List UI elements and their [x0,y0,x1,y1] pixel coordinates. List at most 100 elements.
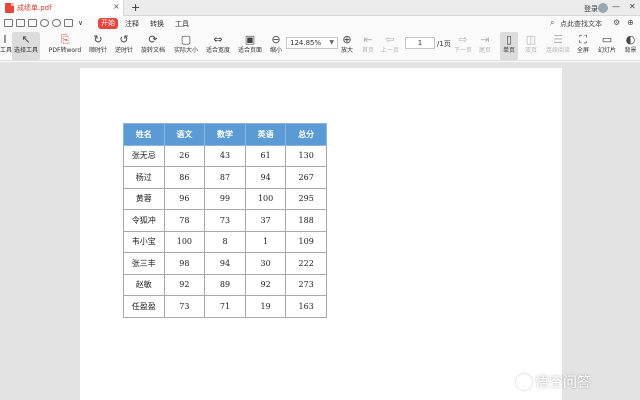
table-cell: 43 [204,144,246,167]
chevron-down-icon[interactable]: ▼ [329,38,334,48]
actual-size-button[interactable]: ▢ 实际大小 [172,32,200,60]
watermark: 悟空问答 [516,372,591,392]
first-page-button[interactable]: ⇤ 首页 [359,32,377,60]
table-cell: 26 [163,144,206,167]
zoom-in-icon: ⊕ [342,33,352,46]
table-row: 令狐冲 78 73 37 188 [123,209,327,232]
fit-width-button[interactable]: ⇔ 适合宽度 [204,32,232,60]
login-link[interactable]: 登录 [584,4,598,14]
table-cell: 100 [163,230,206,253]
table-cell: 30 [244,252,287,275]
table-cell: 19 [244,295,287,318]
continuous-icon: ☰ [553,33,563,46]
table-cell: 109 [285,230,327,253]
select-tool-button[interactable]: ↖ 选择工具 [12,32,40,60]
table-cell: 188 [285,209,327,232]
menu-icon[interactable] [4,19,13,27]
pdf-page: 姓名 语文 数学 英语 总分 张无忌 26 43 61 130 杨过 86 87… [80,68,562,400]
watermark-text: 悟空问答 [535,375,591,391]
document-tab[interactable]: 成绩单.pdf × [0,0,124,16]
document-tab-title: 成绩单.pdf [17,4,52,12]
table-cell: 任盈盈 [123,295,165,318]
single-page-icon: ▯ [505,33,513,46]
next-page-button[interactable]: ⇨ 下一页 [452,32,474,60]
zoom-in-button[interactable]: ⊕ 放大 [338,32,356,60]
table-row: 赵敏 92 89 92 273 [123,273,327,296]
column-header: 总分 [285,123,327,146]
next-page-icon: ⇨ [458,33,468,46]
table-cell: 73 [204,209,246,232]
fullscreen-button[interactable]: ⛶ 全屏 [574,32,592,60]
single-page-button[interactable]: ▯ 单页 [500,32,518,60]
table-row: 张三丰 98 94 30 222 [123,252,327,275]
rotate-document-button[interactable]: ⟳ 旋转文档 [139,32,167,60]
zoom-out-icon: ⊖ [271,33,281,46]
double-page-button[interactable]: ◫ 双页 [520,32,542,60]
new-tab-button[interactable]: + [131,1,140,14]
table-cell: 222 [285,252,327,275]
double-page-icon: ◫ [525,33,537,46]
close-window-icon[interactable]: ✕ [629,2,636,11]
cursor-icon: ↖ [21,33,31,46]
text-tool-button[interactable]: I 工具 [0,32,12,60]
print-icon[interactable] [64,19,73,27]
search-icon[interactable]: ⌕ [550,18,554,28]
page-number-input[interactable]: 1 [405,37,435,49]
table-cell: 71 [204,295,246,318]
open-file-icon[interactable] [16,19,25,27]
table-cell: 163 [285,295,327,318]
find-text-link[interactable]: 点此查找文本 [560,19,602,29]
background-button[interactable]: ◐ 背景 [621,32,640,60]
rotate-clockwise-button[interactable]: ↻ 顺时针 [87,32,109,60]
pdf-to-word-icon: ⎘ [60,33,70,46]
restore-window-icon[interactable]: — [612,2,620,11]
table-row: 黄蓉 96 99 100 295 [123,187,327,210]
menu-start[interactable]: 开始 [98,18,118,29]
zoom-input[interactable]: 124.85% ▼ [286,37,338,49]
table-cell: 96 [163,187,206,210]
table-cell: 92 [244,273,287,296]
settings-icon[interactable]: ⚙ [613,18,620,27]
first-page-icon: ⇤ [363,33,373,46]
zoom-out-button[interactable]: ⊖ 缩小 [266,32,286,60]
fit-page-button[interactable]: ▣ 适合页面 [236,32,264,60]
slideshow-button[interactable]: ▭ 幻灯片 [596,32,618,60]
dropdown-chevron-icon[interactable]: ∨ [78,19,83,27]
avatar[interactable] [598,3,608,13]
undo-icon[interactable] [40,19,49,27]
table-cell: 295 [285,187,327,210]
table-cell: 99 [204,187,246,210]
page-total-label: /1页 [437,40,451,48]
menu-convert[interactable]: 转换 [150,19,164,29]
table-cell: 37 [244,209,287,232]
table-cell: 黄蓉 [123,187,165,210]
pdf-file-icon [5,3,14,13]
grade-table: 姓名 语文 数学 英语 总分 张无忌 26 43 61 130 杨过 86 87… [123,123,327,318]
fit-width-icon: ⇔ [213,33,223,46]
menu-bar: ∨ 开始 注释 转换 工具 ⌕ 点此查找文本 ⚙ ⊕ [0,16,640,31]
table-cell: 赵敏 [123,273,165,296]
table-cell: 韦小宝 [123,230,165,253]
rotate-counterclockwise-button[interactable]: ↺ 逆时针 [113,32,135,60]
last-page-button[interactable]: ⇥ 尾页 [476,32,494,60]
menu-tools[interactable]: 工具 [175,19,189,29]
background-icon: ◐ [625,33,636,46]
continuous-reading-button[interactable]: ☰ 连续阅读 [544,32,572,60]
previous-page-button[interactable]: ⇦ 上一页 [379,32,401,60]
tab-close-button[interactable]: × [113,2,120,11]
table-row: 任盈盈 73 71 19 163 [123,295,327,318]
table-cell: 杨过 [123,166,165,189]
menu-annotate[interactable]: 注释 [125,19,139,29]
table-cell: 张三丰 [123,252,165,275]
table-cell: 92 [163,273,206,296]
pdf-to-word-button[interactable]: ⎘ PDF转word [47,32,83,60]
redo-icon[interactable] [52,19,61,27]
document-canvas[interactable]: 姓名 语文 数学 英语 总分 张无忌 26 43 61 130 杨过 86 87… [0,62,640,400]
table-cell: 73 [163,295,206,318]
table-cell: 1 [244,230,287,253]
prev-page-icon: ⇦ [385,33,395,46]
more-options-icon[interactable]: ⊕ [627,18,634,27]
table-cell: 94 [204,252,246,275]
column-header: 语文 [163,123,206,146]
save-icon[interactable] [28,19,37,27]
